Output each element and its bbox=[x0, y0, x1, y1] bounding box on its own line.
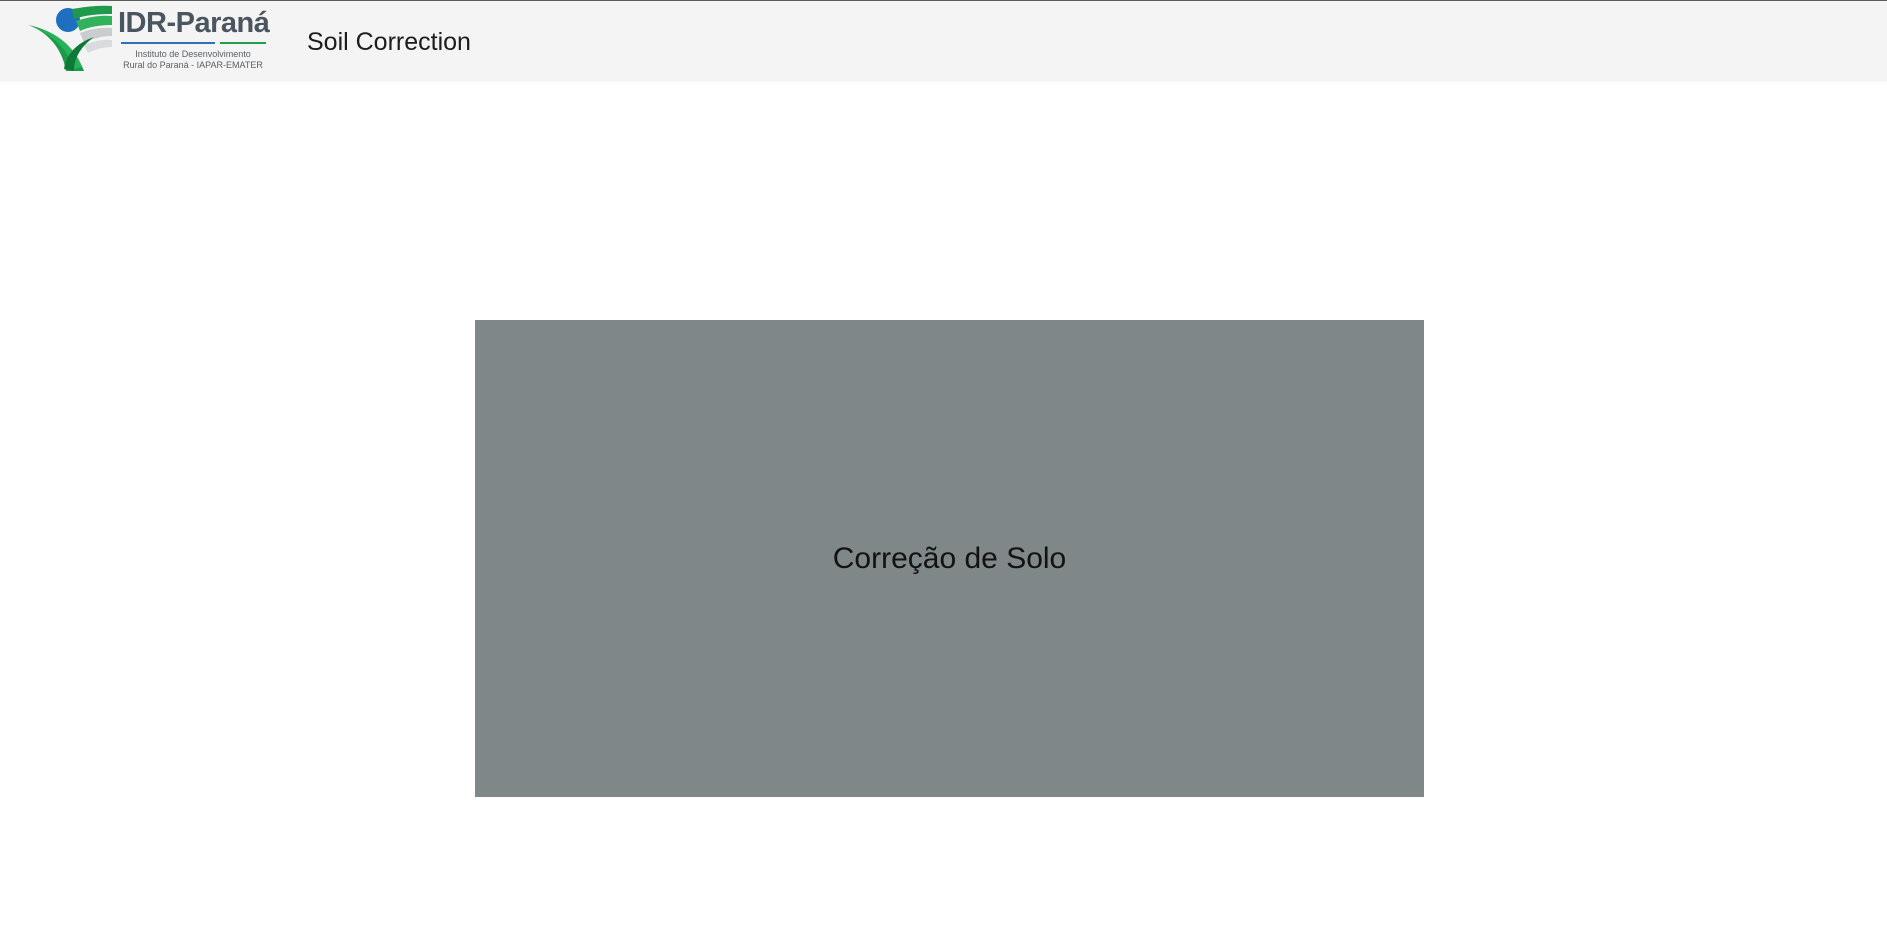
idr-parana-logo-icon bbox=[28, 5, 112, 71]
logo-divider-blue bbox=[121, 42, 215, 44]
page-title: Soil Correction bbox=[307, 28, 471, 56]
soil-correction-card[interactable]: Correção de Solo bbox=[475, 320, 1424, 797]
app-header: IDR-Paraná Instituto de Desenvolvimento … bbox=[0, 1, 1887, 81]
logo-subtitle: Instituto de Desenvolvimento Rural do Pa… bbox=[118, 49, 268, 71]
logo-subtitle-line-2: Rural do Paraná - IAPAR-EMATER bbox=[123, 60, 263, 70]
logo-wordmark: IDR-Paraná bbox=[118, 7, 270, 39]
logo-subtitle-line-1: Instituto de Desenvolvimento bbox=[135, 49, 251, 59]
idr-parana-logo[interactable]: IDR-Paraná Instituto de Desenvolvimento … bbox=[24, 3, 270, 73]
logo-divider-green bbox=[220, 42, 266, 44]
soil-correction-card-label: Correção de Solo bbox=[832, 541, 1067, 575]
